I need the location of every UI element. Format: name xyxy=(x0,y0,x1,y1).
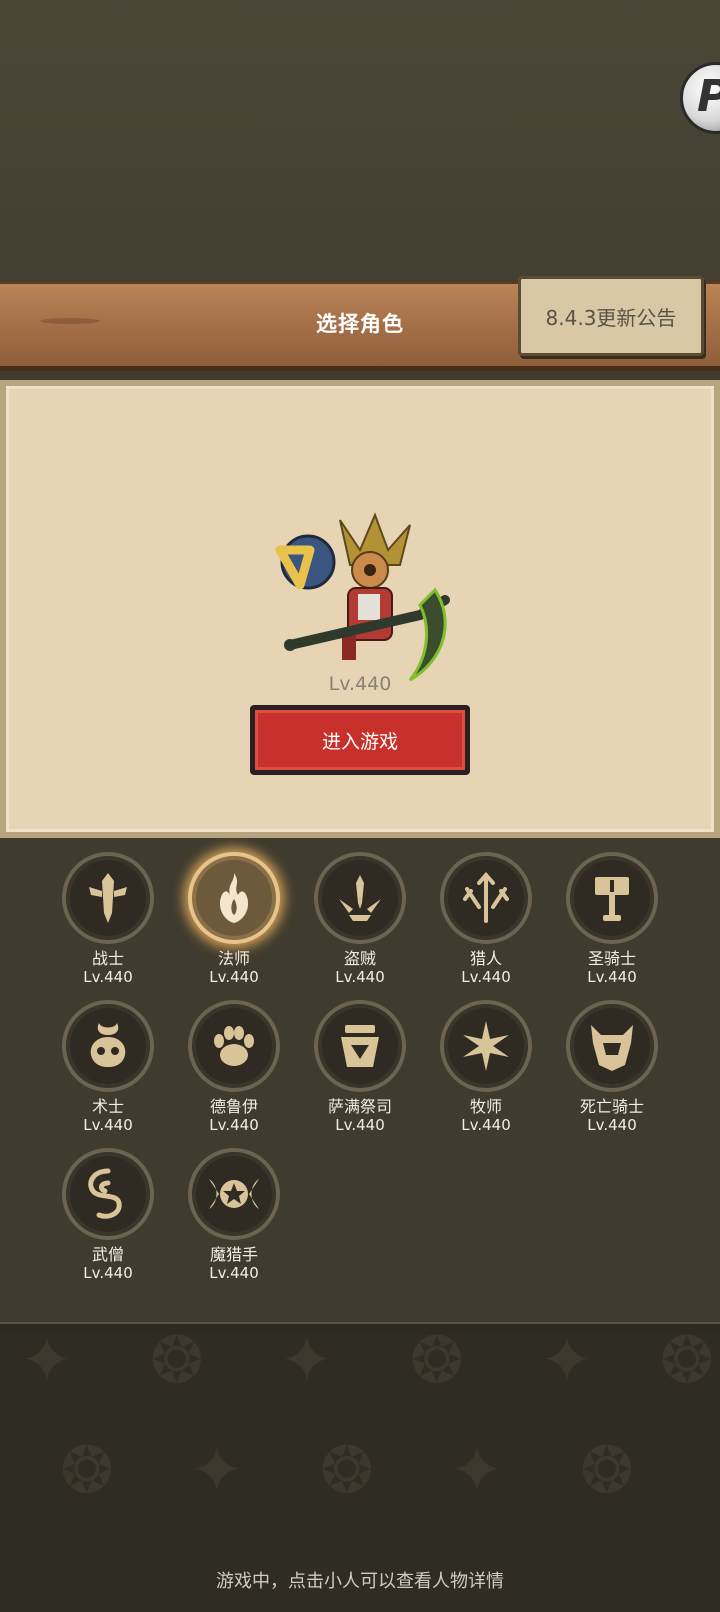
class-name: 德鲁伊 xyxy=(209,1097,258,1116)
druid-paw-icon xyxy=(214,1026,254,1066)
monk-swirl-icon xyxy=(88,1168,122,1219)
hero-level: Lv.440 xyxy=(328,673,392,695)
footer-hint: 游戏中，点击小人可以查看人物详情 xyxy=(216,1571,504,1592)
class-level: Lv.440 xyxy=(83,1264,133,1282)
class-level: Lv.440 xyxy=(587,1116,637,1134)
class-druid[interactable]: 德鲁伊 Lv.440 xyxy=(174,1000,294,1140)
profile-logo-icon: P xyxy=(697,71,720,122)
priest-star-icon xyxy=(463,1021,509,1071)
class-priest[interactable]: 牧师 Lv.440 xyxy=(426,1000,546,1140)
class-hunter[interactable]: 猎人 Lv.440 xyxy=(426,852,546,992)
class-level: Lv.440 xyxy=(83,1116,133,1134)
class-level: Lv.440 xyxy=(335,1116,385,1134)
class-level: Lv.440 xyxy=(209,1116,259,1134)
class-level: Lv.440 xyxy=(83,968,133,986)
class-level: Lv.440 xyxy=(209,1264,259,1282)
hunter-arrows-icon xyxy=(463,871,509,923)
class-level: Lv.440 xyxy=(461,1116,511,1134)
class-warlock[interactable]: 术士 Lv.440 xyxy=(48,1000,168,1140)
class-name: 武僧 xyxy=(91,1245,124,1264)
class-name: 圣骑士 xyxy=(587,949,636,968)
section-divider xyxy=(0,1322,720,1334)
class-warrior[interactable]: 战士 Lv.440 xyxy=(48,852,168,992)
class-name: 盗贼 xyxy=(343,949,376,968)
class-name: 战士 xyxy=(91,949,124,968)
update-notice-button[interactable]: 8.4.3更新公告 xyxy=(518,276,704,356)
hero-character-avatar[interactable] xyxy=(270,510,460,690)
class-name: 萨满祭司 xyxy=(327,1097,392,1116)
class-paladin[interactable]: 圣骑士 Lv.440 xyxy=(552,852,672,992)
class-level: Lv.440 xyxy=(587,968,637,986)
class-name: 法师 xyxy=(217,949,250,968)
class-level: Lv.440 xyxy=(335,968,385,986)
class-deathknight[interactable]: 死亡骑士 Lv.440 xyxy=(552,1000,672,1140)
class-name: 术士 xyxy=(91,1097,124,1116)
paladin-hammer-icon xyxy=(595,877,629,921)
mage-flame-icon xyxy=(219,873,249,923)
class-name: 死亡骑士 xyxy=(579,1097,644,1116)
shaman-totem-icon xyxy=(341,1025,379,1067)
top-area xyxy=(0,0,720,280)
class-shaman[interactable]: 萨满祭司 Lv.440 xyxy=(300,1000,420,1140)
class-rogue[interactable]: 盗贼 Lv.440 xyxy=(300,852,420,992)
class-name: 魔猎手 xyxy=(209,1245,258,1264)
class-level: Lv.440 xyxy=(209,968,259,986)
warlock-skull-icon xyxy=(90,1023,126,1067)
warrior-sword-icon xyxy=(89,873,127,923)
class-mage[interactable]: 法师 Lv.440 xyxy=(174,852,294,992)
deathknight-helm-icon xyxy=(591,1025,633,1071)
enter-game-button[interactable]: 进入游戏 xyxy=(250,705,470,775)
class-demonhunter[interactable]: 魔猎手 Lv.440 xyxy=(174,1148,294,1288)
class-level: Lv.440 xyxy=(461,968,511,986)
class-name: 牧师 xyxy=(469,1097,502,1116)
class-monk[interactable]: 武僧 Lv.440 xyxy=(48,1148,168,1288)
class-name: 猎人 xyxy=(469,949,502,968)
rogue-daggers-icon xyxy=(339,875,381,921)
demonhunter-star-icon xyxy=(209,1179,259,1209)
